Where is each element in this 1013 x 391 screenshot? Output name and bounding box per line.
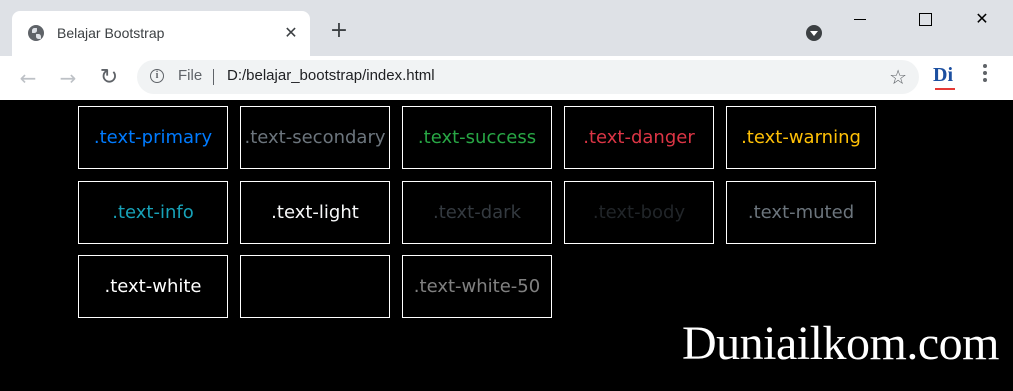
address-bar[interactable]: i File D:/belajar_bootstrap/index.html ☆ <box>137 60 919 94</box>
text-box: .text-info <box>78 181 228 244</box>
text-label: .text-secondary <box>244 127 386 148</box>
text-box: .text-light <box>240 181 390 244</box>
url-text[interactable]: D:/belajar_bootstrap/index.html <box>227 67 435 84</box>
text-label: .text-muted <box>747 202 855 223</box>
text-box: .text-dark <box>402 181 552 244</box>
text-box: .text-secondary <box>240 106 390 169</box>
browser-tab[interactable]: Belajar Bootstrap ✕ <box>12 11 310 56</box>
text-label: .text-dark <box>432 202 522 223</box>
globe-icon <box>28 25 44 41</box>
text-box: .text-muted <box>726 181 876 244</box>
text-box: .text-danger <box>564 106 714 169</box>
text-label: .text-body <box>592 202 686 223</box>
toolbar: ← → ↻ i File D:/belajar_bootstrap/index.… <box>0 56 1013 100</box>
back-icon[interactable]: ← <box>16 66 40 90</box>
text-box: .text-success <box>402 106 552 169</box>
text-label: .text-info <box>112 202 194 223</box>
maximize-button[interactable] <box>905 8 945 30</box>
text-label: .text-danger <box>583 127 695 148</box>
star-icon[interactable]: ☆ <box>889 65 907 89</box>
profile-icon[interactable] <box>806 25 822 41</box>
info-icon[interactable]: i <box>150 69 164 83</box>
new-tab-button[interactable]: + <box>328 20 350 42</box>
divider <box>213 69 214 85</box>
text-box: .text-white-50 <box>402 255 552 318</box>
text-label: .text-white <box>104 276 202 297</box>
text-box: .text-primary <box>78 106 228 169</box>
close-window-button[interactable]: ✕ <box>962 8 1002 30</box>
text-label: .text-white-50 <box>413 276 541 297</box>
maximize-icon <box>918 13 932 26</box>
empty-box <box>240 255 390 318</box>
menu-icon[interactable] <box>975 64 995 85</box>
text-box: .text-warning <box>726 106 876 169</box>
text-label: .text-light <box>271 202 359 223</box>
text-label: .text-warning <box>741 127 861 148</box>
text-box: .text-body <box>564 181 714 244</box>
text-label: .text-success <box>417 127 537 148</box>
minimize-button[interactable] <box>840 8 880 30</box>
tab-close-icon[interactable]: ✕ <box>282 24 300 42</box>
watermark: Duniailkom.com <box>682 317 999 370</box>
text-box: .text-white <box>78 255 228 318</box>
minimize-icon <box>854 19 866 20</box>
file-label: File <box>178 67 203 84</box>
reload-icon[interactable]: ↻ <box>97 66 121 90</box>
extension-di-icon[interactable]: Di <box>933 64 955 90</box>
text-label: .text-primary <box>93 127 213 148</box>
browser-chrome: Belajar Bootstrap ✕ + ✕ ← → ↻ i File D:/… <box>0 0 1013 100</box>
forward-icon[interactable]: → <box>56 66 80 90</box>
tab-title: Belajar Bootstrap <box>57 25 165 41</box>
page-content: .text-primary .text-secondary .text-succ… <box>0 100 1013 391</box>
